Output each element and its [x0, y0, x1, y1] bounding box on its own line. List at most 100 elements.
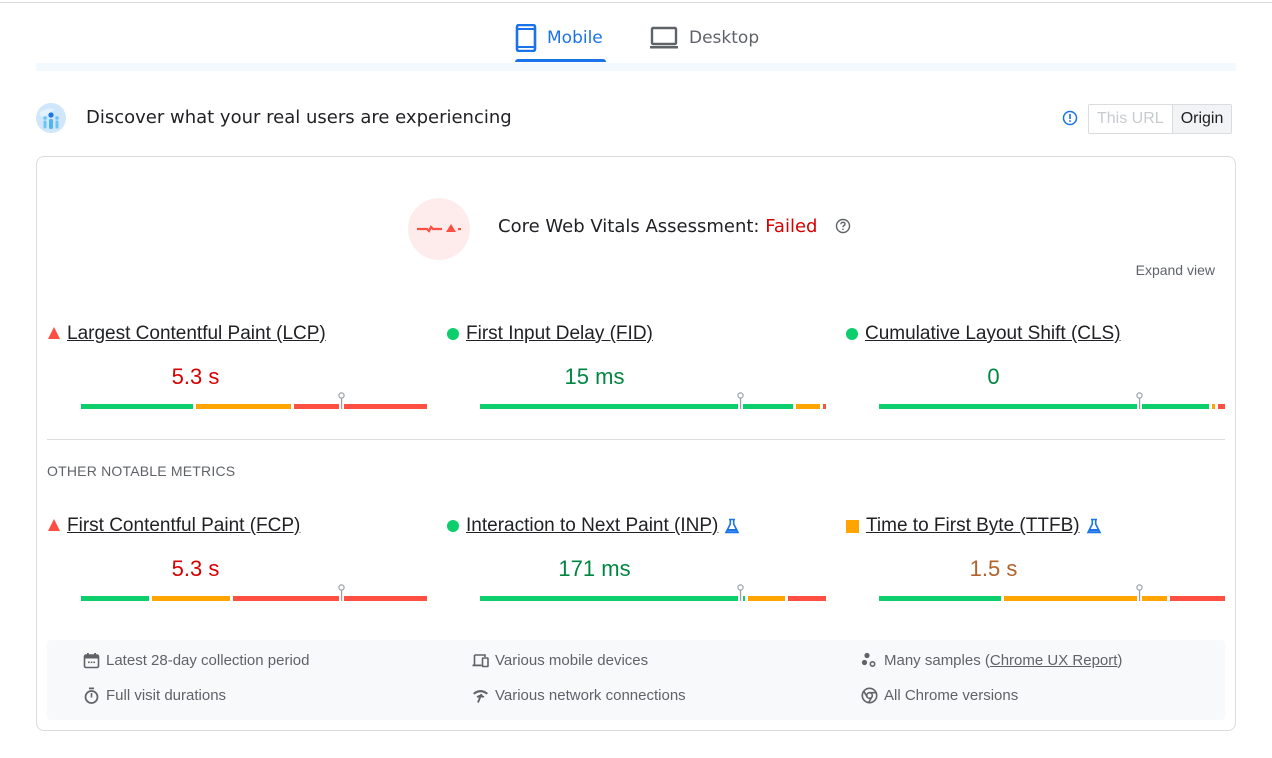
field-data-header: Discover what your real users are experi…: [36, 103, 1236, 135]
distribution-bar: [480, 392, 826, 409]
assessment-result: Failed: [765, 216, 818, 237]
other-metrics-heading: OTHER NOTABLE METRICS: [47, 463, 236, 479]
distribution-segment-poor: [823, 404, 826, 409]
footer-text: Various mobile devices: [495, 652, 649, 669]
metric-value: 5.3 s: [171, 556, 220, 581]
metric-fid: First Input Delay (FID) 15 ms: [447, 322, 827, 412]
calendar-icon: [83, 653, 100, 669]
assessment-title: Core Web Vitals Assessment: Failed: [498, 216, 851, 237]
distribution-bar: [81, 392, 427, 409]
distribution-segment-poor: [233, 596, 427, 601]
assessment-label: Core Web Vitals Assessment:: [498, 216, 766, 237]
distribution-bar: [480, 584, 826, 601]
poor-triangle-icon: [48, 519, 60, 531]
toggle-this-url[interactable]: This URL: [1089, 105, 1173, 133]
metric-header: Cumulative Layout Shift (CLS): [846, 322, 1121, 346]
data-source-footer: Latest 28-day collection period Various …: [47, 640, 1225, 720]
metric-value: 1.5 s: [969, 556, 1018, 581]
tab-mobile-label: Mobile: [547, 28, 603, 48]
footer-samples: Many samples (Chrome UX Report): [861, 652, 1122, 669]
percentile-marker-icon: [338, 392, 345, 409]
field-data-card: Core Web Vitals Assessment: Failed Expan…: [36, 156, 1236, 731]
crux-logo-icon: [36, 103, 66, 133]
help-icon[interactable]: [835, 218, 851, 234]
metric-value: 5.3 s: [171, 364, 220, 389]
active-tab-indicator: [515, 59, 606, 62]
experimental-flask-icon: [725, 518, 740, 534]
footer-text: Full visit durations: [106, 687, 227, 704]
footer-text: Latest 28-day collection period: [106, 652, 310, 669]
toggle-origin[interactable]: Origin: [1172, 105, 1232, 133]
footer-chrome-versions: All Chrome versions: [861, 687, 1018, 704]
failed-pulse-icon: [417, 224, 461, 233]
distribution-segment-average: [1212, 404, 1215, 409]
devices-icon: [472, 654, 489, 668]
tab-mobile[interactable]: Mobile: [515, 14, 606, 62]
metric-header: Interaction to Next Paint (INP): [447, 514, 740, 538]
laptop-icon: [650, 26, 678, 49]
info-icon[interactable]: [1062, 110, 1078, 126]
metric-header: Largest Contentful Paint (LCP): [48, 322, 326, 346]
footer-visit-durations: Full visit durations: [83, 687, 226, 704]
url-origin-toggle: This URL Origin: [1088, 104, 1233, 134]
distribution-segment-average: [152, 596, 230, 601]
poor-triangle-icon: [48, 327, 60, 339]
tab-strip: [36, 63, 1236, 71]
distribution-bar: [81, 584, 427, 601]
samples-icon: [861, 652, 876, 668]
metric-ttfb: Time to First Byte (TTFB) 1.5 s: [846, 514, 1226, 604]
metric-name-link[interactable]: Time to First Byte (TTFB): [866, 515, 1080, 537]
tab-desktop[interactable]: Desktop: [649, 14, 759, 62]
average-square-icon: [846, 519, 859, 533]
percentile-marker-icon: [1136, 584, 1143, 601]
metric-name-link[interactable]: Cumulative Layout Shift (CLS): [865, 323, 1121, 345]
footer-collection-period: Latest 28-day collection period: [83, 652, 309, 669]
metric-inp: Interaction to Next Paint (INP) 171 ms: [447, 514, 827, 604]
chrome-icon: [861, 687, 878, 704]
distribution-segment-poor: [1218, 404, 1225, 409]
good-circle-icon: [447, 520, 459, 532]
distribution-segment-poor: [788, 596, 826, 601]
smartphone-icon: [515, 24, 537, 52]
metric-value: 15 ms: [564, 364, 625, 389]
footer-network: Various network connections: [472, 687, 686, 704]
top-divider: [0, 2, 1272, 3]
distribution-segment-good: [879, 596, 1001, 601]
chrome-ux-report-link[interactable]: Chrome UX Report: [990, 652, 1118, 669]
good-circle-icon: [846, 328, 858, 340]
expand-view-link[interactable]: Expand view: [1136, 262, 1215, 278]
distribution-segment-good: [879, 404, 1209, 409]
distribution-segment-average: [196, 404, 291, 409]
metric-cls: Cumulative Layout Shift (CLS) 0: [846, 322, 1226, 412]
metric-name-link[interactable]: First Input Delay (FID): [466, 323, 653, 345]
percentile-marker-icon: [1136, 392, 1143, 409]
metric-name-link[interactable]: Interaction to Next Paint (INP): [466, 515, 718, 537]
percentile-marker-icon: [737, 392, 744, 409]
footer-devices: Various mobile devices: [472, 652, 648, 669]
stopwatch-icon: [84, 687, 99, 704]
metric-header: First Contentful Paint (FCP): [48, 514, 300, 538]
assessment-badge: [408, 198, 470, 260]
metric-header: First Input Delay (FID): [447, 322, 653, 346]
distribution-segment-average: [748, 596, 785, 601]
section-divider: [47, 439, 1225, 440]
metric-name-link[interactable]: First Contentful Paint (FCP): [67, 515, 300, 537]
header-title: Discover what your real users are experi…: [86, 107, 512, 128]
network-icon: [473, 690, 488, 703]
percentile-marker-icon: [338, 584, 345, 601]
device-tabs: Mobile Desktop: [0, 14, 1272, 62]
metric-header: Time to First Byte (TTFB): [846, 514, 1102, 538]
distribution-segment-poor: [1170, 596, 1225, 601]
distribution-segment-average: [796, 404, 820, 409]
metric-value: 0: [987, 364, 1000, 389]
metric-value: 171 ms: [558, 556, 631, 581]
distribution-bar: [879, 392, 1225, 409]
metric-lcp: Largest Contentful Paint (LCP) 5.3 s: [48, 322, 428, 412]
distribution-segment-good: [480, 404, 793, 409]
distribution-bar: [879, 584, 1225, 601]
metric-name-link[interactable]: Largest Contentful Paint (LCP): [67, 323, 326, 345]
distribution-segment-good: [81, 596, 149, 601]
footer-text: All Chrome versions: [884, 687, 1019, 704]
percentile-marker-icon: [737, 584, 744, 601]
experimental-flask-icon: [1086, 518, 1101, 534]
